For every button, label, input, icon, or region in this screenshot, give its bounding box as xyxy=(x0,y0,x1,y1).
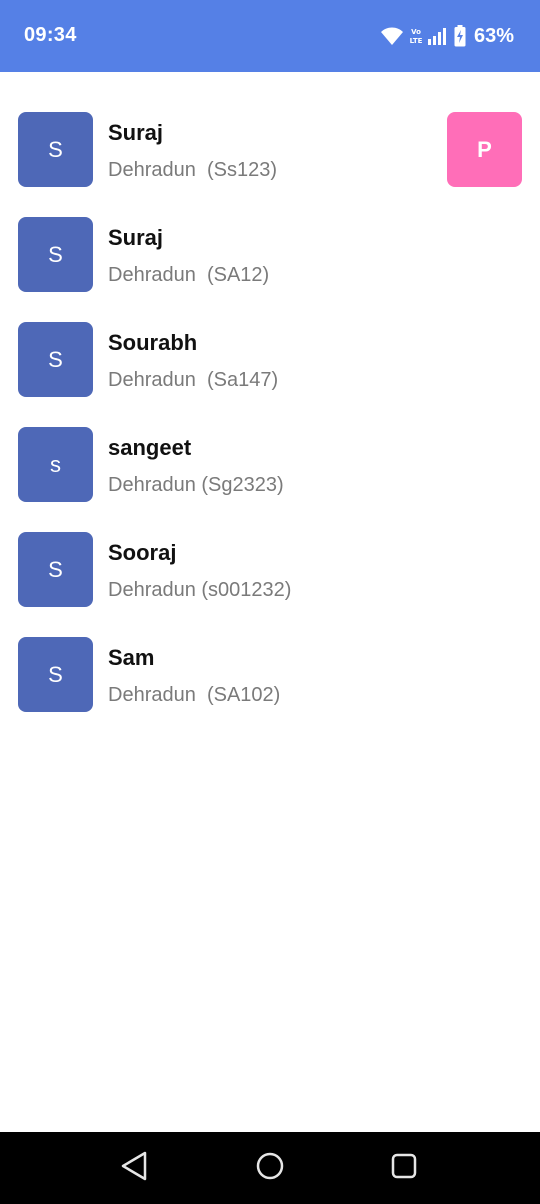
contact-name: sangeet xyxy=(108,435,192,460)
contact-name: Suraj xyxy=(108,225,164,250)
avatar: s xyxy=(18,427,93,502)
contact-name: Sam xyxy=(108,645,155,670)
list-item[interactable]: S Suraj Dehradun (SA12) xyxy=(0,217,540,322)
recents-icon xyxy=(389,1151,419,1186)
list-item[interactable]: S Sam Dehradun (SA102) xyxy=(0,637,540,742)
avatar: S xyxy=(18,532,93,607)
contact-subtitle: Dehradun (SA102) xyxy=(108,684,281,706)
avatar: S xyxy=(18,637,93,712)
battery-icon xyxy=(454,25,466,47)
list-item[interactable]: S Sourabh Dehradun (Sa147) xyxy=(0,322,540,427)
avatar: S xyxy=(18,112,93,187)
home-button[interactable] xyxy=(252,1150,288,1186)
list-item[interactable]: s sangeet Dehradun (Sg2323) xyxy=(0,427,540,532)
list-item[interactable]: S Suraj Dehradun (Ss123) P xyxy=(0,112,540,217)
contact-name: Sooraj xyxy=(108,540,177,565)
back-button[interactable] xyxy=(116,1150,152,1186)
status-bar: 09:34 Vo LTE 63% xyxy=(0,0,540,72)
wifi-icon xyxy=(380,26,404,46)
contact-name: Sourabh xyxy=(108,330,198,355)
p-badge-button[interactable]: P xyxy=(447,112,522,187)
contact-subtitle: Dehradun (Sa147) xyxy=(108,369,279,391)
back-icon xyxy=(119,1150,149,1187)
recents-button[interactable] xyxy=(386,1150,422,1186)
svg-text:Vo: Vo xyxy=(411,28,421,36)
contact-subtitle: Dehradun (SA12) xyxy=(108,264,270,286)
contact-subtitle: Dehradun (Ss123) xyxy=(108,159,277,181)
contact-name: Suraj xyxy=(108,120,164,145)
svg-text:LTE: LTE xyxy=(410,37,422,45)
status-icons: Vo LTE 63% xyxy=(380,23,514,49)
avatar: S xyxy=(18,217,93,292)
status-time: 09:34 xyxy=(24,24,77,46)
list-item[interactable]: S Sooraj Dehradun (s001232) xyxy=(0,532,540,637)
signal-icon xyxy=(427,27,448,45)
home-icon xyxy=(255,1151,285,1186)
contact-subtitle: Dehradun (Sg2323) xyxy=(108,474,284,496)
contact-list: S Suraj Dehradun (Ss123) P S Suraj Dehra… xyxy=(0,112,540,742)
navigation-bar xyxy=(0,1132,540,1204)
battery-percentage: 63% xyxy=(473,24,514,47)
avatar: S xyxy=(18,322,93,397)
contact-subtitle: Dehradun (s001232) xyxy=(108,579,292,601)
volte-icon: Vo LTE xyxy=(410,26,422,46)
